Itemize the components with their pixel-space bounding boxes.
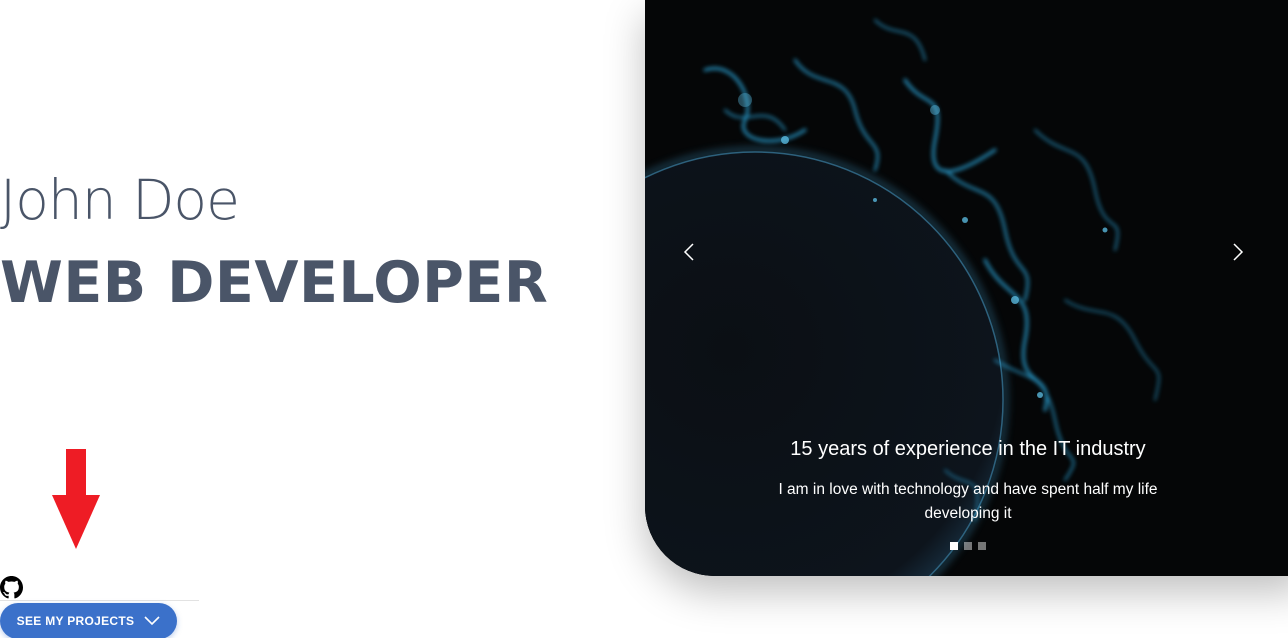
- page: John Doe WEB DEVELOPER SEE MY PROJECTS 1…: [0, 0, 1288, 638]
- carousel-indicator-3[interactable]: [978, 542, 986, 550]
- carousel-indicators: [950, 542, 986, 550]
- see-projects-button[interactable]: SEE MY PROJECTS: [0, 603, 177, 638]
- slide-caption-text: I am in love with technology and have sp…: [778, 481, 1158, 522]
- chevron-down-icon: [144, 616, 160, 626]
- chevron-left-icon: [683, 243, 694, 261]
- divider: [0, 600, 199, 601]
- hero-name: John Doe: [0, 168, 240, 232]
- red-arrow-icon: [52, 449, 100, 549]
- carousel-indicator-1[interactable]: [950, 542, 958, 550]
- carousel-next-button[interactable]: [1223, 236, 1253, 268]
- hero-carousel: 15 years of experience in the IT industr…: [645, 0, 1288, 576]
- slide-caption-title: 15 years of experience in the IT industr…: [790, 438, 1146, 460]
- hero-title: WEB DEVELOPER: [0, 250, 549, 316]
- carousel-indicator-2[interactable]: [964, 542, 972, 550]
- see-projects-label: SEE MY PROJECTS: [16, 614, 135, 628]
- carousel-prev-button[interactable]: [674, 236, 704, 268]
- chevron-right-icon: [1233, 243, 1244, 261]
- github-icon[interactable]: [0, 576, 23, 599]
